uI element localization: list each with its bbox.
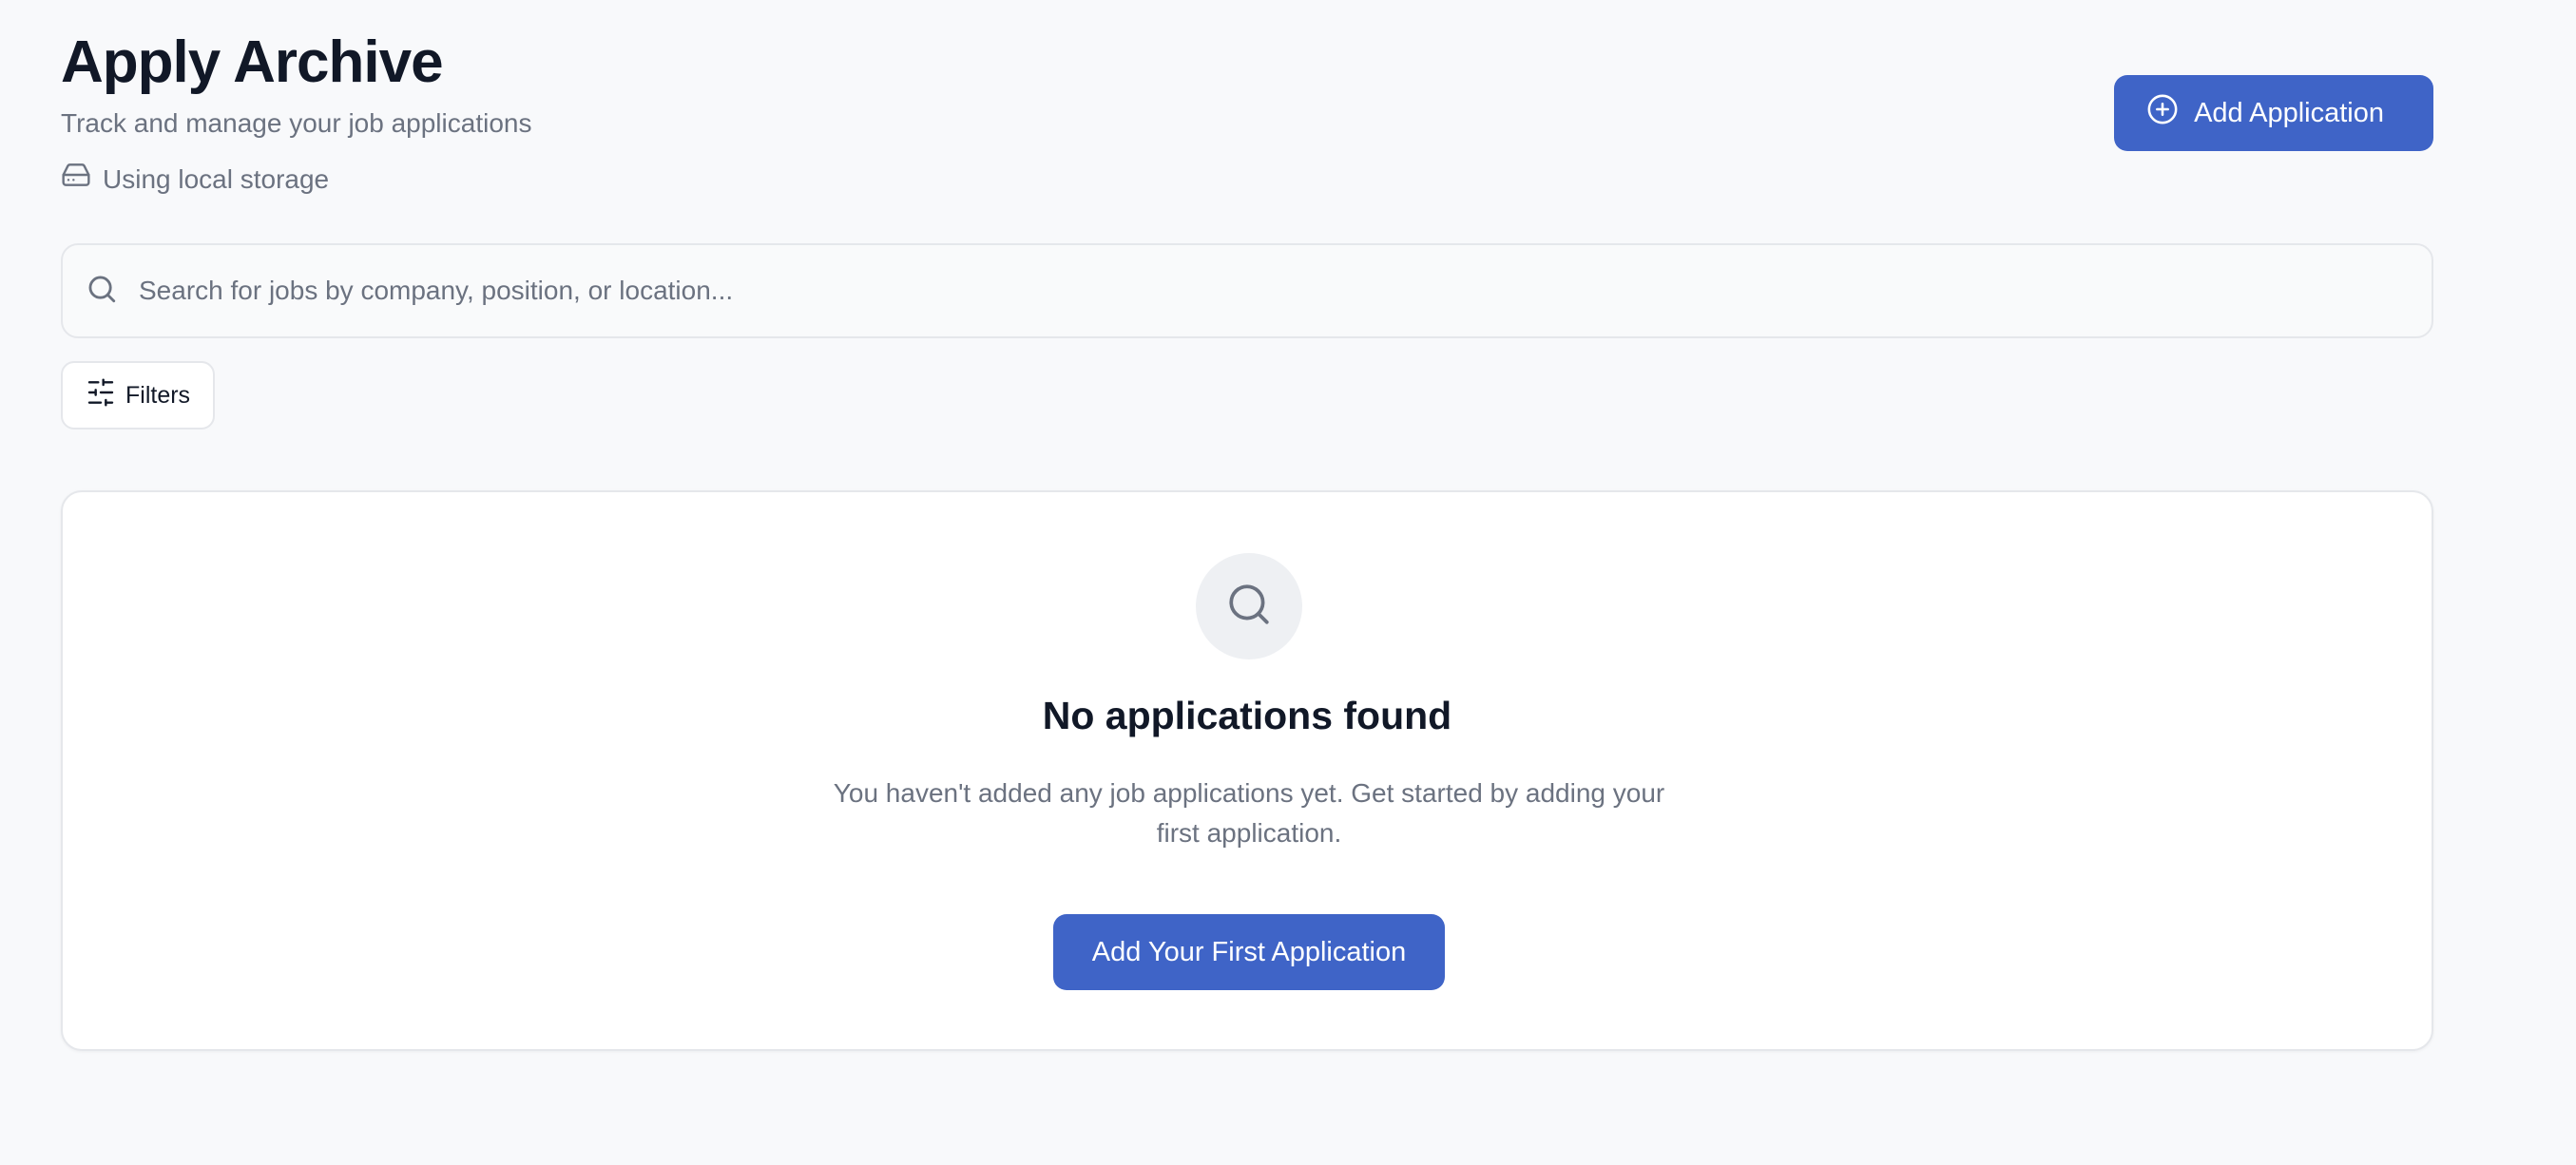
empty-state-title: No applications found bbox=[1042, 694, 1452, 737]
empty-state-card: No applications found You haven't added … bbox=[61, 490, 2433, 1051]
filters-button[interactable]: Filters bbox=[61, 361, 216, 430]
plus-circle-icon bbox=[2146, 93, 2179, 133]
filters-label: Filters bbox=[125, 381, 191, 409]
empty-state-description: You haven't added any job applications y… bbox=[833, 778, 1665, 848]
page-header: Apply Archive Track and manage your job … bbox=[61, 29, 2433, 200]
page-subtitle: Track and manage your job applications bbox=[61, 108, 532, 138]
storage-indicator: Using local storage bbox=[61, 160, 2433, 199]
search-bar bbox=[61, 243, 2433, 338]
search-icon bbox=[1225, 581, 1273, 633]
hard-drive-icon bbox=[61, 160, 91, 199]
search-input[interactable] bbox=[139, 262, 2432, 319]
empty-state-icon-circle bbox=[1196, 553, 1302, 659]
storage-label: Using local storage bbox=[103, 163, 330, 194]
add-first-application-button[interactable]: Add Your First Application bbox=[1053, 914, 1445, 990]
sliders-icon bbox=[86, 377, 116, 414]
page: Apply Archive Track and manage your job … bbox=[0, 0, 2576, 1165]
page-title: Apply Archive bbox=[61, 29, 444, 95]
search-icon bbox=[86, 273, 118, 310]
add-application-button[interactable]: Add Application bbox=[2114, 75, 2433, 151]
add-application-label: Add Application bbox=[2194, 97, 2384, 128]
